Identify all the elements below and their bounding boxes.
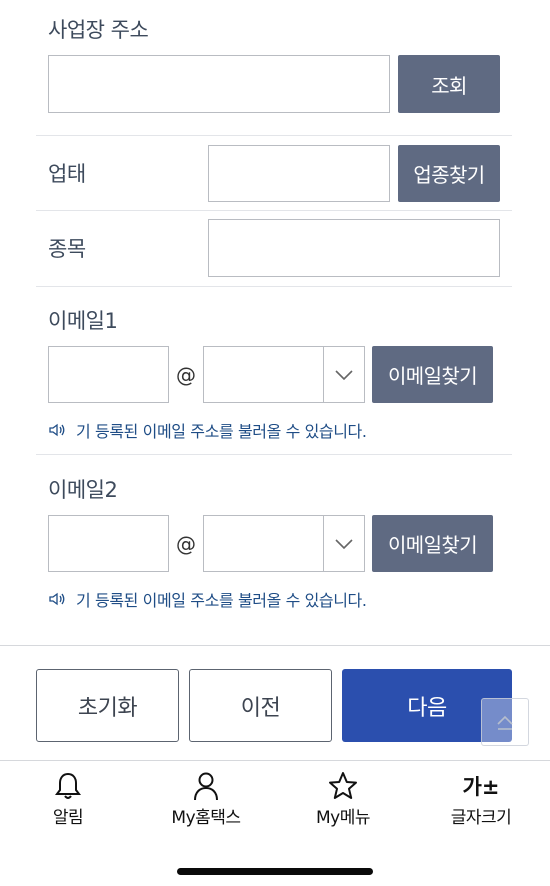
chevron-up-icon [497,715,513,730]
email2-domain-select[interactable] [203,515,324,572]
tab-label: My홈택스 [171,808,241,828]
business-type-input[interactable] [208,145,390,202]
star-icon [328,771,358,801]
email1-hint-text: 기 등록된 이메일 주소를 불러올 수 있습니다. [76,422,367,441]
speaker-icon [48,423,66,437]
email1-hint: 기 등록된 이메일 주소를 불러올 수 있습니다. [48,418,367,442]
divider [36,454,512,455]
business-type-search-button[interactable]: 업종찾기 [398,145,500,202]
reset-button[interactable]: 초기화 [36,669,179,742]
at-sign: @ [176,363,196,387]
person-icon [192,771,220,801]
email1-domain-dropdown[interactable] [324,346,365,403]
home-indicator [177,868,373,875]
at-sign: @ [176,532,196,556]
email2-domain-dropdown[interactable] [324,515,365,572]
tab-my-hometax[interactable]: My홈택스 [146,771,266,828]
email1-local-input[interactable] [48,346,169,403]
scroll-top-button[interactable] [481,698,529,746]
tab-label: 알림 [52,808,84,828]
email1-domain-select[interactable] [203,346,324,403]
email1-search-button[interactable]: 이메일찾기 [372,346,493,403]
divider [36,135,512,136]
tab-label: 글자크기 [450,808,512,828]
item-label: 종목 [48,237,86,261]
tab-my-menu[interactable]: My메뉴 [283,771,403,828]
chevron-down-icon [335,538,353,549]
address-input[interactable] [48,55,390,113]
previous-button[interactable]: 이전 [189,669,332,742]
section-divider [0,645,550,646]
address-search-button[interactable]: 조회 [398,55,500,113]
tab-font-size[interactable]: 가± 글자크기 [421,771,541,828]
email2-local-input[interactable] [48,515,169,572]
email1-label: 이메일1 [48,309,118,333]
speaker-icon [48,592,66,606]
item-input[interactable] [208,219,500,277]
divider [36,210,512,211]
email2-hint-text: 기 등록된 이메일 주소를 불러올 수 있습니다. [76,591,367,610]
email2-hint: 기 등록된 이메일 주소를 불러올 수 있습니다. [48,587,367,611]
business-type-label: 업태 [48,162,86,186]
email2-search-button[interactable]: 이메일찾기 [372,515,493,572]
divider [36,286,512,287]
email2-label: 이메일2 [48,478,118,502]
tab-notifications[interactable]: 알림 [8,771,128,828]
address-label: 사업장 주소 [48,18,149,42]
tab-label: My메뉴 [315,808,371,828]
chevron-down-icon [335,369,353,380]
font-size-icon: 가± [462,775,500,799]
bell-icon [54,771,82,801]
